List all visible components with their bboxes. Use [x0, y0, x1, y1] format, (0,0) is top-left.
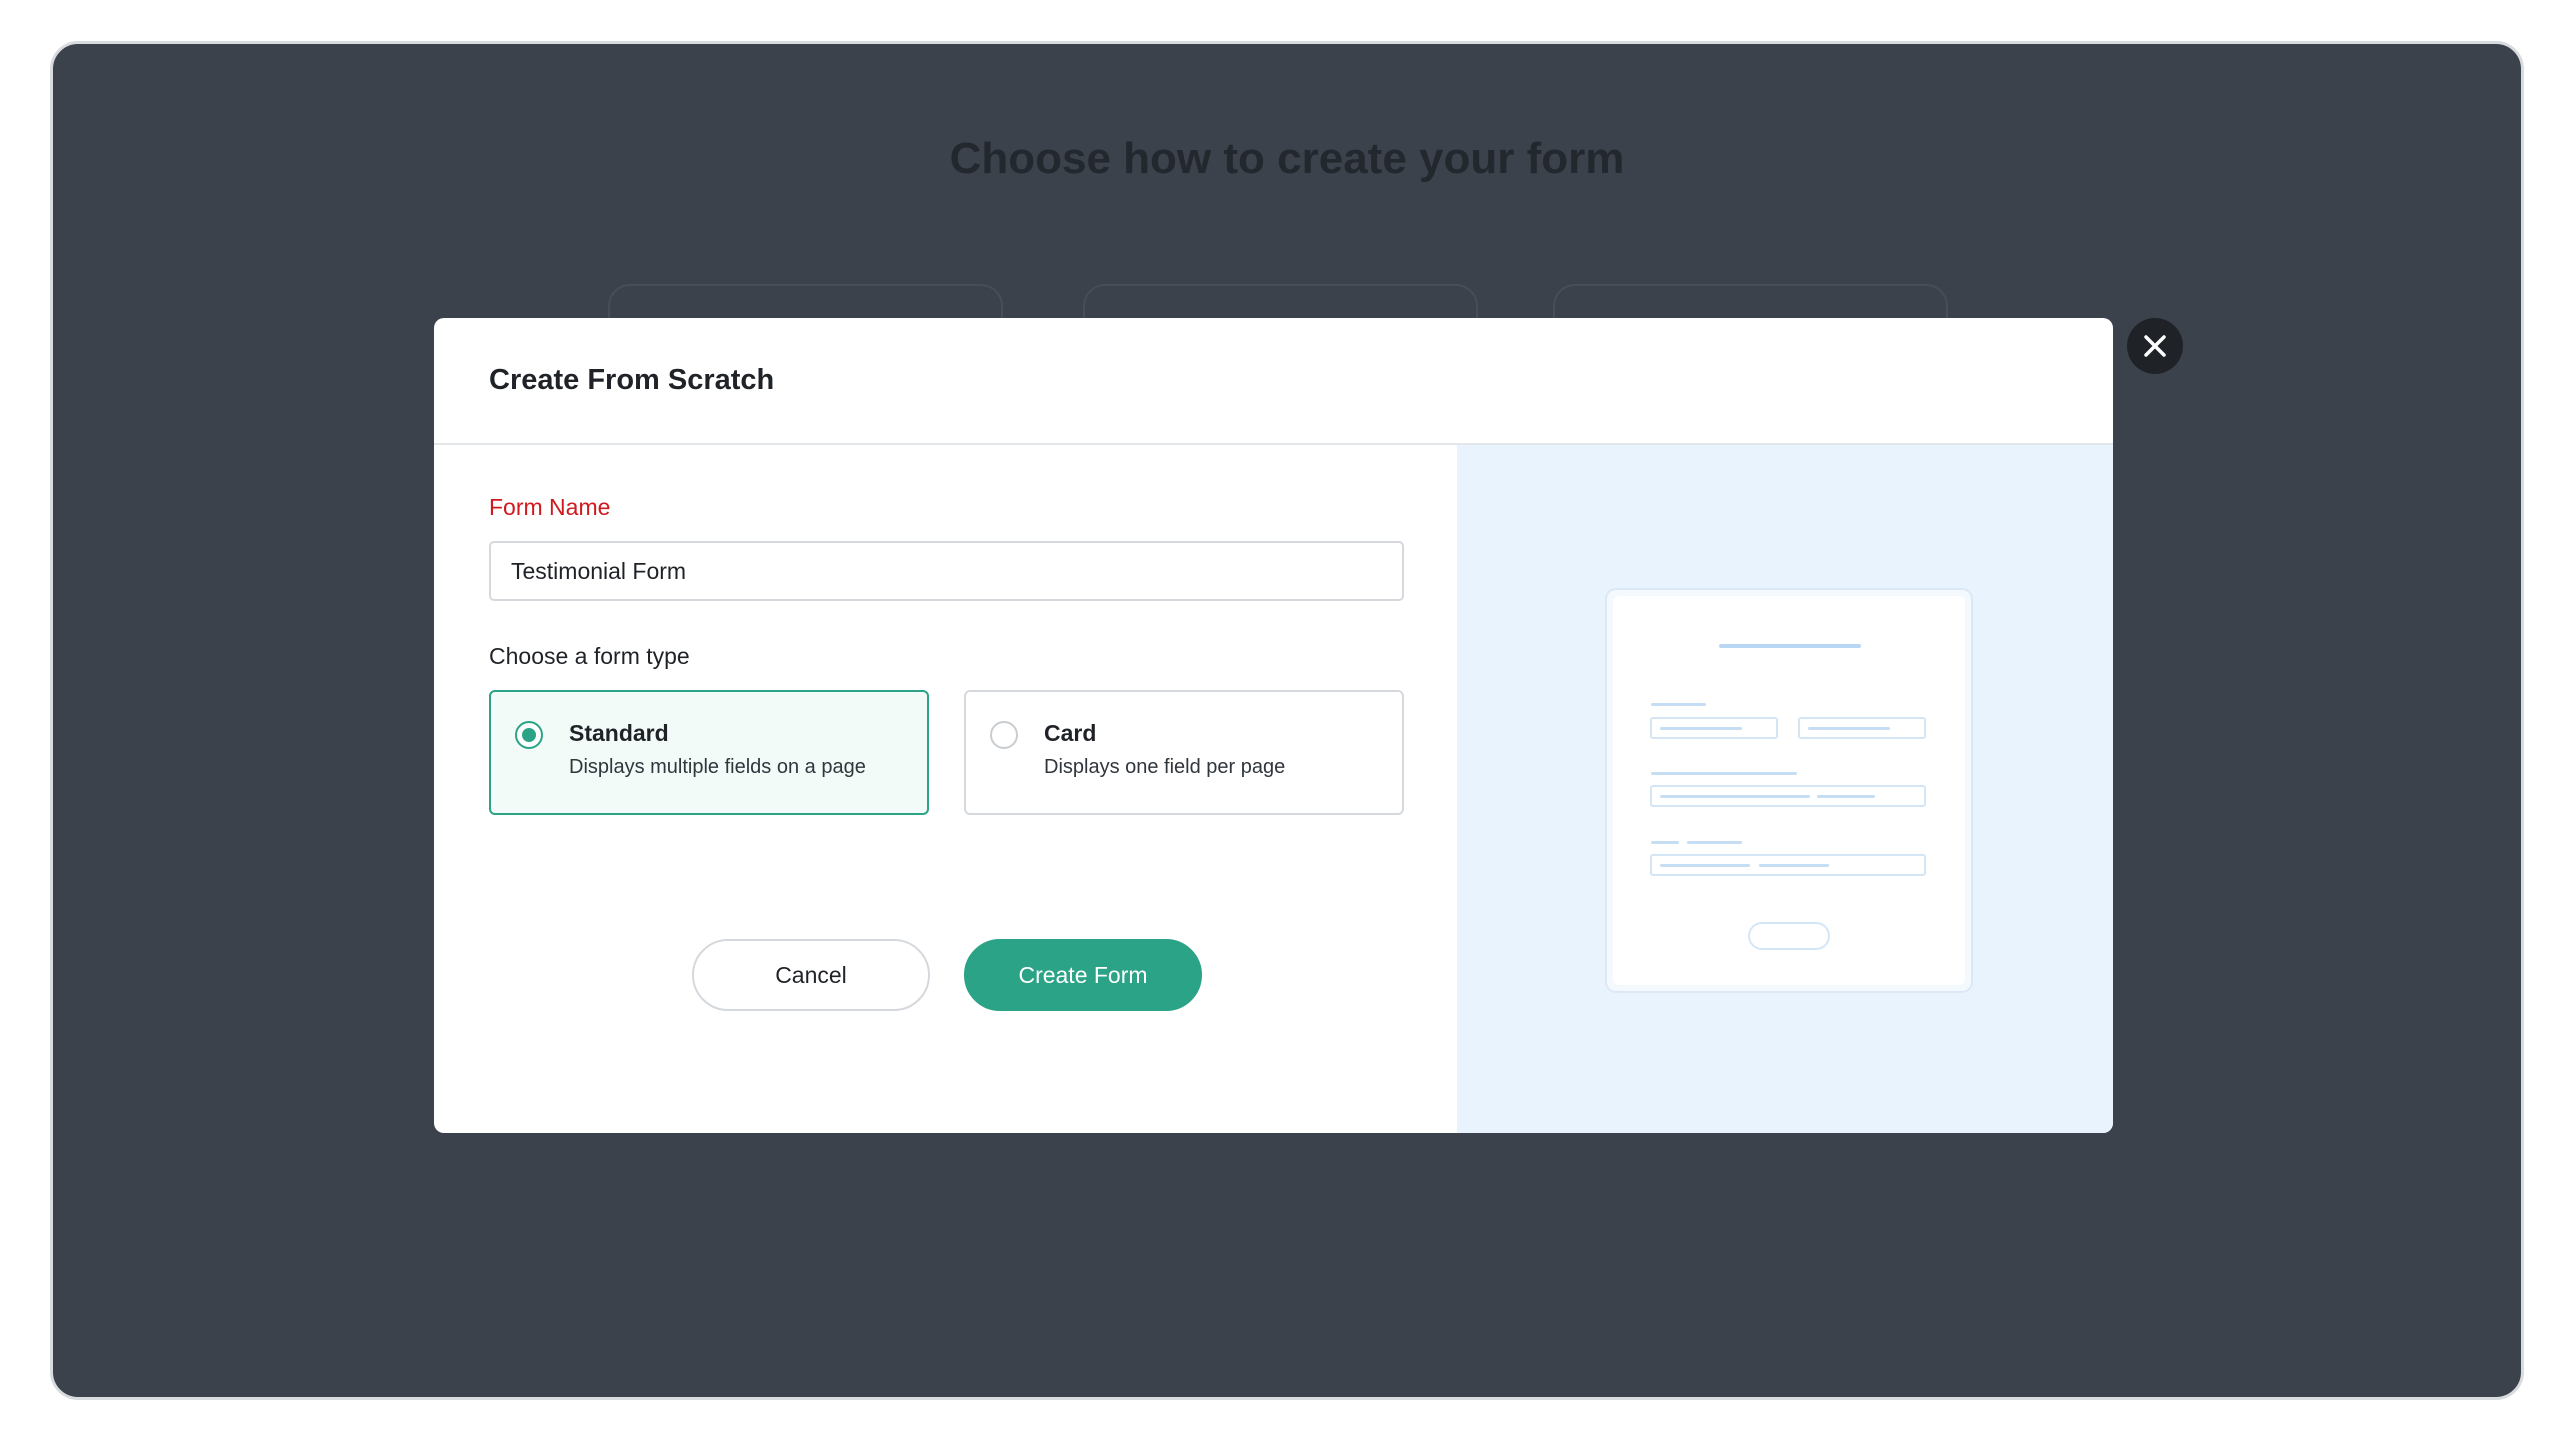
create-form-button[interactable]: Create Form [964, 939, 1202, 1011]
form-type-option-standard[interactable]: Standard Displays multiple fields on a p… [489, 690, 929, 815]
option-title: Card [1044, 720, 1097, 746]
modal-form-section: Form Name Choose a form type Standard Di… [434, 445, 1457, 1133]
form-name-label: Form Name [489, 494, 611, 520]
option-description: Displays multiple fields on a page [569, 756, 866, 778]
modal-title: Create From Scratch [489, 364, 775, 396]
form-type-option-card[interactable]: Card Displays one field per page [964, 690, 1404, 815]
form-preview-illustration-icon [1605, 588, 1973, 993]
create-form-modal: Create From Scratch Form Name Choose a f… [434, 318, 2113, 1133]
form-type-label: Choose a form type [489, 643, 690, 669]
option-description: Displays one field per page [1044, 756, 1286, 778]
option-title: Standard [569, 720, 669, 746]
close-modal-button[interactable] [2127, 318, 2183, 374]
form-name-input[interactable] [489, 541, 1404, 601]
modal-header: Create From Scratch [434, 318, 2113, 445]
cancel-button[interactable]: Cancel [692, 939, 930, 1011]
close-icon[interactable] [2127, 318, 2183, 374]
radio-unselected-icon[interactable] [990, 721, 1018, 749]
form-preview-panel [1457, 445, 2113, 1133]
radio-selected-icon[interactable] [515, 721, 543, 749]
background-page-title: Choose how to create your form [949, 134, 1625, 183]
